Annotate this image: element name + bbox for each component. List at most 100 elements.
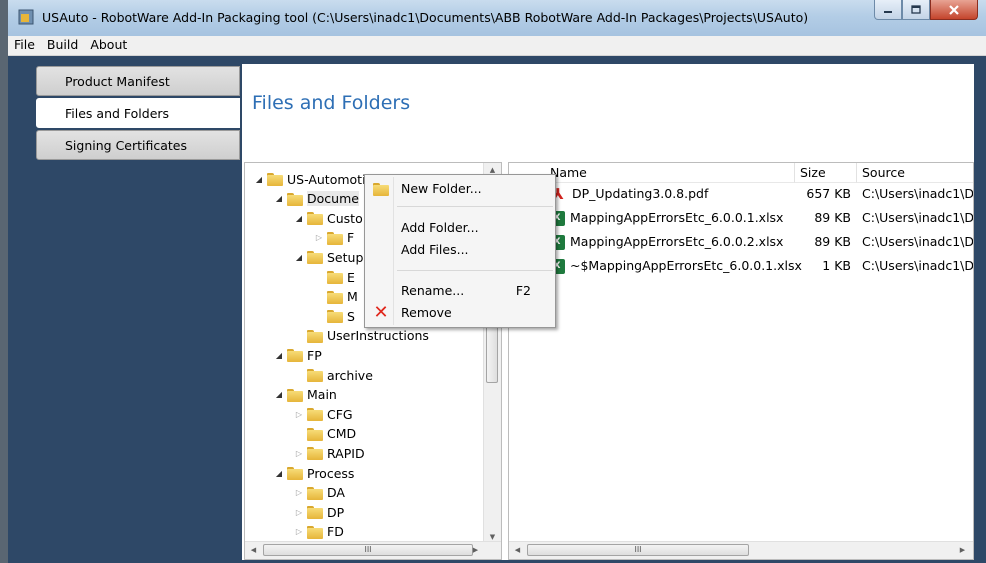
scroll-down-arrow-icon[interactable]: ▼ <box>484 533 501 541</box>
file-list[interactable]: Name Size Source ⅄ DP_Updating3.0.8.pdf 65… <box>508 162 974 560</box>
collapse-arrow-icon[interactable]: ◢ <box>293 253 305 262</box>
expand-arrow-icon[interactable]: ▷ <box>293 508 305 517</box>
tab-signing-certificates[interactable]: Signing Certificates <box>36 130 240 160</box>
menu-item-label: Remove <box>401 305 452 320</box>
file-row[interactable]: X ~$MappingAppErrorsEtc_6.0.0.1.xlsx <box>549 255 802 277</box>
tree-item[interactable]: ▷ DA <box>293 483 345 503</box>
folder-icon <box>327 309 343 324</box>
tree-item-label: FP <box>307 347 322 363</box>
file-row[interactable]: ⅄ DP_Updating3.0.8.pdf <box>549 183 708 205</box>
menu-about[interactable]: About <box>84 36 133 55</box>
tree-item-label: CMD <box>327 426 357 442</box>
tree-item-label: Docume <box>307 191 359 207</box>
expand-arrow-icon[interactable]: ▷ <box>293 449 305 458</box>
page-title: Files and Folders <box>252 92 411 114</box>
menu-item-add-folder[interactable]: Add Folder... <box>367 217 553 239</box>
expand-arrow-icon[interactable]: ▷ <box>313 233 325 242</box>
menu-item-label: Rename... <box>401 283 465 298</box>
window-controls <box>874 0 978 22</box>
tree-item[interactable]: ◢ Main <box>273 385 337 405</box>
tree-item[interactable]: CMD <box>293 424 356 444</box>
maximize-icon <box>911 5 921 14</box>
tree-item[interactable]: ▷ FD <box>293 522 344 542</box>
menu-item-shortcut: F2 <box>515 283 531 298</box>
tree-item[interactable]: ▷ F <box>313 228 354 248</box>
folder-icon <box>287 466 303 480</box>
scroll-right-arrow-icon[interactable]: ▶ <box>467 546 484 554</box>
folder-icon <box>307 211 323 226</box>
tab-product-manifest[interactable]: Product Manifest <box>36 66 240 96</box>
tree-item-label: DA <box>327 485 345 501</box>
menu-item-add-files[interactable]: Add Files... <box>367 239 553 261</box>
menu-item-new-folder[interactable]: New Folder... <box>367 178 553 200</box>
tree-item[interactable]: S <box>313 306 355 326</box>
scroll-left-arrow-icon[interactable]: ◀ <box>245 546 262 554</box>
tree-item[interactable]: ▷ DP <box>293 502 344 522</box>
scroll-up-arrow-icon[interactable]: ▲ <box>484 166 501 174</box>
column-header-name[interactable]: Name <box>545 163 795 183</box>
tree-item-label: archive <box>327 367 373 383</box>
context-menu: New Folder... Add Folder... Add Files...… <box>364 174 556 328</box>
folder-icon <box>327 231 343 245</box>
file-name: ~$MappingAppErrorsEtc_6.0.0.1.xlsx <box>570 258 802 273</box>
file-source: C:\Users\inadc1\Dc <box>862 186 974 201</box>
tree-item[interactable]: ▷ RAPID <box>293 443 365 463</box>
folder-icon <box>267 172 283 186</box>
scroll-left-arrow-icon[interactable]: ◀ <box>509 546 526 554</box>
tree-item-label: UserInstructions <box>327 328 429 344</box>
tree-hscroll-thumb[interactable]: III <box>263 544 473 556</box>
menu-item-rename[interactable]: Rename... F2 <box>367 280 553 302</box>
expand-arrow-icon[interactable]: ▷ <box>293 527 305 536</box>
column-header-source[interactable]: Source <box>857 163 973 183</box>
menu-separator <box>397 270 553 271</box>
menu-item-remove[interactable]: ✕ Remove <box>367 302 553 324</box>
folder-icon <box>307 505 323 520</box>
tree-horizontal-scrollbar[interactable]: ◀ III ▶ <box>245 541 501 559</box>
file-row[interactable]: X MappingAppErrorsEtc_6.0.0.2.xlsx <box>549 231 783 253</box>
tree-item[interactable]: ▷ CFG <box>293 404 353 424</box>
tree-item[interactable]: E <box>313 267 355 287</box>
menu-item-label: New Folder... <box>401 181 482 196</box>
folder-icon <box>307 486 323 500</box>
folder-icon <box>287 348 303 363</box>
window-title: USAuto - RobotWare Add-In Packaging tool… <box>42 10 809 25</box>
tree-item-label: Main <box>307 387 337 403</box>
tree-item-label: Custo <box>327 210 363 226</box>
file-size: 657 KB <box>806 186 851 201</box>
folder-icon <box>307 368 323 382</box>
collapse-arrow-icon[interactable]: ◢ <box>253 175 265 184</box>
menu-file[interactable]: File <box>8 36 41 55</box>
collapse-arrow-icon[interactable]: ◢ <box>273 194 285 203</box>
tree-item[interactable]: archive <box>293 365 373 385</box>
file-list-horizontal-scrollbar[interactable]: ◀ III ▶ <box>509 541 973 559</box>
tree-item[interactable]: ◢ Custo <box>293 208 363 228</box>
menu-separator <box>397 206 553 207</box>
file-row[interactable]: X MappingAppErrorsEtc_6.0.0.1.xlsx <box>549 207 783 229</box>
maximize-button[interactable] <box>902 0 930 20</box>
tree-item[interactable]: M <box>313 287 358 307</box>
collapse-arrow-icon[interactable]: ◢ <box>273 351 285 360</box>
file-name: MappingAppErrorsEtc_6.0.0.2.xlsx <box>570 234 784 249</box>
file-source: C:\Users\inadc1\Dc <box>862 258 974 273</box>
tree-item[interactable]: ◢ FP <box>273 345 322 365</box>
title-bar[interactable]: USAuto - RobotWare Add-In Packaging tool… <box>8 0 986 36</box>
column-header-size[interactable]: Size <box>795 163 857 183</box>
tree-item[interactable]: ◢ Docume <box>273 189 359 209</box>
file-list-hscroll-thumb[interactable]: III <box>527 544 749 556</box>
collapse-arrow-icon[interactable]: ◢ <box>273 469 285 478</box>
menu-build[interactable]: Build <box>41 36 84 55</box>
tree-item[interactable]: ◢ Setup <box>293 247 363 267</box>
collapse-arrow-icon[interactable]: ◢ <box>273 390 285 399</box>
tab-files-and-folders[interactable]: Files and Folders <box>36 98 240 128</box>
scroll-right-arrow-icon[interactable]: ▶ <box>954 546 971 554</box>
tree-item-label: Process <box>307 465 355 481</box>
close-button[interactable] <box>930 0 978 20</box>
app-icon <box>18 9 34 25</box>
expand-arrow-icon[interactable]: ▷ <box>293 488 305 497</box>
minimize-button[interactable] <box>874 0 902 20</box>
folder-icon <box>327 270 343 284</box>
expand-arrow-icon[interactable]: ▷ <box>293 410 305 419</box>
collapse-arrow-icon[interactable]: ◢ <box>293 214 305 223</box>
tree-item[interactable]: UserInstructions <box>293 326 429 346</box>
tree-item[interactable]: ◢ Process <box>273 463 355 483</box>
